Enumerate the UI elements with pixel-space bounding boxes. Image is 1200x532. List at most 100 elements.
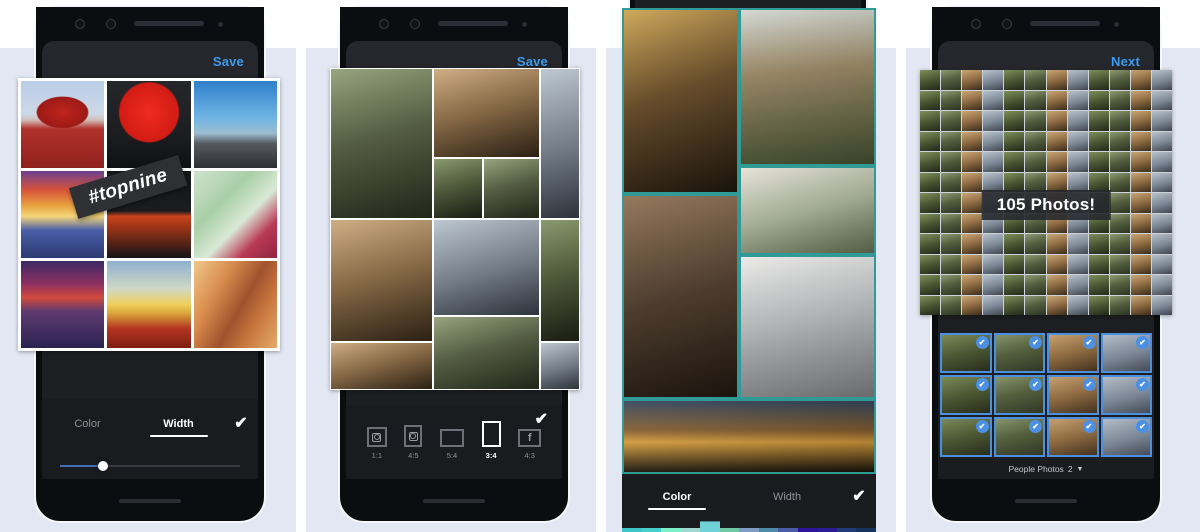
phone-1-appbar: Save (42, 41, 258, 81)
slider-fill (60, 465, 104, 467)
instagram-glyph (408, 431, 418, 441)
selected-checkmark-icon[interactable]: ✔ (1029, 336, 1042, 349)
mosaic-tile (1025, 275, 1046, 295)
selected-checkmark-icon[interactable]: ✔ (975, 420, 989, 433)
tab-width[interactable]: Width (133, 418, 224, 437)
mosaic-tile (1088, 70, 1109, 90)
photo-thumbnail[interactable]: ✔ (1047, 333, 1099, 373)
color-palette-row[interactable] (622, 521, 876, 532)
color-swatch[interactable] (797, 528, 818, 532)
collage-tile[interactable] (21, 261, 105, 348)
ratio-option-5-4[interactable]: 5:4 (439, 429, 464, 460)
mosaic-tile (1046, 234, 1067, 254)
photo-selection-grid[interactable]: ✔ ✔ ✔ ✔ ✔ ✔ ✔ ✔ ✔ ✔ ✔ ✔ (938, 331, 1154, 459)
collage-tile[interactable] (622, 399, 876, 474)
instagram-icon (404, 425, 423, 447)
collage-tile[interactable] (738, 166, 876, 255)
confirm-checkmark-icon[interactable]: ✔ (224, 416, 258, 432)
collage-topnine[interactable]: #topnine (18, 78, 280, 351)
collage-people-mosaic[interactable] (330, 68, 580, 390)
color-swatch[interactable] (856, 528, 876, 532)
width-slider[interactable] (42, 453, 258, 479)
collage-tile[interactable] (330, 341, 433, 390)
photo-thumbnail[interactable]: ✔ (993, 417, 1045, 457)
collage-tile[interactable] (738, 254, 876, 400)
color-swatch[interactable] (661, 528, 681, 532)
color-swatch[interactable] (817, 528, 837, 532)
color-swatch[interactable] (700, 521, 720, 532)
collage-tile[interactable] (193, 171, 277, 258)
photo-thumbnail[interactable]: ✔ (940, 417, 992, 457)
photo-thumbnail[interactable]: ✔ (940, 333, 992, 373)
collage-tile[interactable] (622, 8, 739, 195)
ratio-option-4-3[interactable]: f 4:3 (518, 429, 542, 460)
selected-checkmark-icon[interactable]: ✔ (1082, 336, 1096, 349)
album-selector[interactable]: People Photos 2 ▼ (938, 459, 1154, 479)
photo-mosaic-overlay[interactable]: 105 Photos! (920, 70, 1172, 315)
mosaic-tile (941, 172, 962, 192)
color-swatch[interactable] (836, 528, 857, 532)
confirm-checkmark-icon[interactable]: ✔ (535, 409, 548, 429)
collage-tile[interactable] (21, 81, 105, 168)
collage-tile[interactable] (482, 158, 540, 220)
photo-thumbnail[interactable]: ✔ (1100, 375, 1152, 415)
selected-checkmark-icon[interactable]: ✔ (1136, 336, 1149, 349)
collage-tile[interactable] (193, 81, 277, 168)
color-swatch[interactable] (758, 528, 779, 532)
selected-checkmark-icon[interactable]: ✔ (1082, 420, 1096, 433)
collage-tile[interactable] (330, 68, 433, 220)
phone-3-toolbar: Color Width ✔ (622, 474, 876, 532)
confirm-checkmark-icon[interactable]: ✔ (842, 489, 876, 505)
collage-tile[interactable] (540, 219, 580, 342)
mosaic-tile (1088, 90, 1109, 110)
collage-tile[interactable] (107, 81, 191, 168)
collage-tile[interactable] (738, 8, 876, 167)
slider-track[interactable] (60, 461, 240, 471)
collage-tile[interactable] (622, 194, 739, 400)
photo-thumbnail[interactable]: ✔ (1100, 417, 1152, 457)
selected-checkmark-icon[interactable]: ✔ (1029, 420, 1042, 433)
save-button[interactable]: Save (213, 54, 244, 69)
selected-checkmark-icon[interactable]: ✔ (1082, 378, 1096, 391)
color-swatch[interactable] (680, 528, 701, 532)
photo-thumbnail[interactable]: ✔ (940, 375, 992, 415)
ratio-option-3-4[interactable]: 3:4 (481, 421, 501, 460)
collage-tile[interactable] (540, 68, 580, 220)
collage-tile[interactable] (432, 219, 540, 316)
photo-thumbnail[interactable]: ✔ (1047, 417, 1099, 457)
mosaic-tile (1109, 152, 1130, 172)
collage-tile[interactable] (432, 315, 540, 390)
photo-thumbnail[interactable]: ✔ (1047, 375, 1099, 415)
ratio-option-1-1[interactable]: 1:1 (366, 427, 387, 460)
collage-tile[interactable] (330, 219, 433, 342)
slider-knob[interactable] (98, 461, 109, 471)
ratio-option-4-5[interactable]: 4:5 (404, 425, 423, 460)
chevron-down-icon: ▼ (1076, 465, 1084, 473)
photo-thumbnail[interactable]: ✔ (993, 333, 1045, 373)
tab-color[interactable]: Color (42, 418, 133, 430)
collage-tile[interactable] (540, 341, 580, 390)
photo-thumbnail[interactable]: ✔ (1100, 333, 1152, 373)
color-swatch[interactable] (622, 528, 642, 532)
collage-tile[interactable] (193, 261, 277, 348)
save-button[interactable]: Save (517, 54, 548, 69)
selected-checkmark-icon[interactable]: ✔ (1029, 378, 1042, 391)
tab-color[interactable]: Color (622, 491, 732, 510)
selected-checkmark-icon[interactable]: ✔ (1136, 378, 1149, 391)
collage-tile[interactable] (107, 261, 191, 348)
color-swatch[interactable] (739, 528, 759, 532)
color-swatch[interactable] (641, 528, 662, 532)
selected-checkmark-icon[interactable]: ✔ (975, 378, 989, 391)
photo-thumbnail[interactable]: ✔ (993, 375, 1045, 415)
color-swatch[interactable] (719, 528, 740, 532)
collage-teal[interactable] (622, 8, 876, 474)
mosaic-tile (920, 111, 941, 131)
color-swatch[interactable] (778, 528, 798, 532)
mosaic-tile (1025, 131, 1046, 151)
tab-width[interactable]: Width (732, 491, 842, 503)
collage-tile[interactable] (432, 68, 540, 159)
selected-checkmark-icon[interactable]: ✔ (1136, 420, 1149, 433)
selected-checkmark-icon[interactable]: ✔ (975, 336, 989, 349)
collage-tile[interactable] (432, 158, 483, 220)
next-button[interactable]: Next (1111, 54, 1140, 69)
